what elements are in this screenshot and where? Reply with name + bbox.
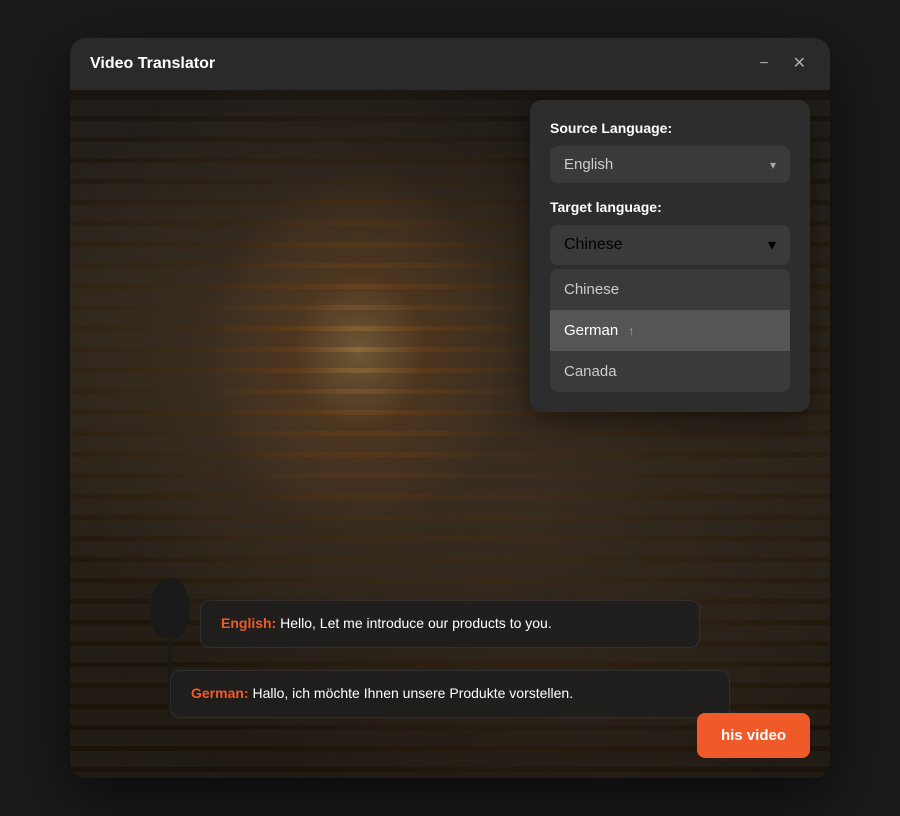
- dropdown-item-german[interactable]: German ↑: [550, 310, 790, 351]
- subtitle-english-bar: English: Hello, Let me introduce our pro…: [200, 600, 700, 648]
- source-chevron-icon: ▾: [770, 158, 776, 172]
- german-subtitle-label: German:: [191, 685, 249, 701]
- app-window: Video Translator − ✕: [70, 38, 830, 778]
- language-dropdown-list: Chinese German ↑ Canada: [550, 269, 790, 392]
- dropdown-item-chinese[interactable]: Chinese: [550, 269, 790, 310]
- source-language-value: English: [564, 156, 613, 173]
- subtitle-german-bar: German: Hallo, ich möchte Ihnen unsere P…: [170, 670, 730, 718]
- language-panel: Source Language: English ▾ Target langua…: [530, 100, 810, 412]
- english-subtitle-text: Hello, Let me introduce our products to …: [276, 615, 551, 631]
- target-language-select[interactable]: Chinese ▾: [550, 225, 790, 265]
- english-subtitle-label: English:: [221, 615, 276, 631]
- target-language-value: Chinese: [564, 236, 623, 254]
- window-title: Video Translator: [90, 55, 215, 73]
- cursor-icon: ↑: [628, 324, 634, 338]
- german-subtitle-text: Hallo, ich möchte Ihnen unsere Produkte …: [249, 685, 574, 701]
- source-language-label: Source Language:: [550, 120, 790, 136]
- titlebar: Video Translator − ✕: [70, 38, 830, 90]
- target-language-label: Target language:: [550, 199, 790, 215]
- video-area: Source Language: English ▾ Target langua…: [70, 90, 830, 778]
- close-button[interactable]: ✕: [789, 52, 810, 76]
- translate-button[interactable]: his video: [697, 713, 810, 758]
- minimize-button[interactable]: −: [755, 52, 772, 76]
- dropdown-item-canada[interactable]: Canada: [550, 351, 790, 392]
- source-language-select[interactable]: English ▾: [550, 146, 790, 183]
- window-controls: − ✕: [755, 52, 810, 76]
- target-chevron-icon: ▾: [768, 235, 776, 255]
